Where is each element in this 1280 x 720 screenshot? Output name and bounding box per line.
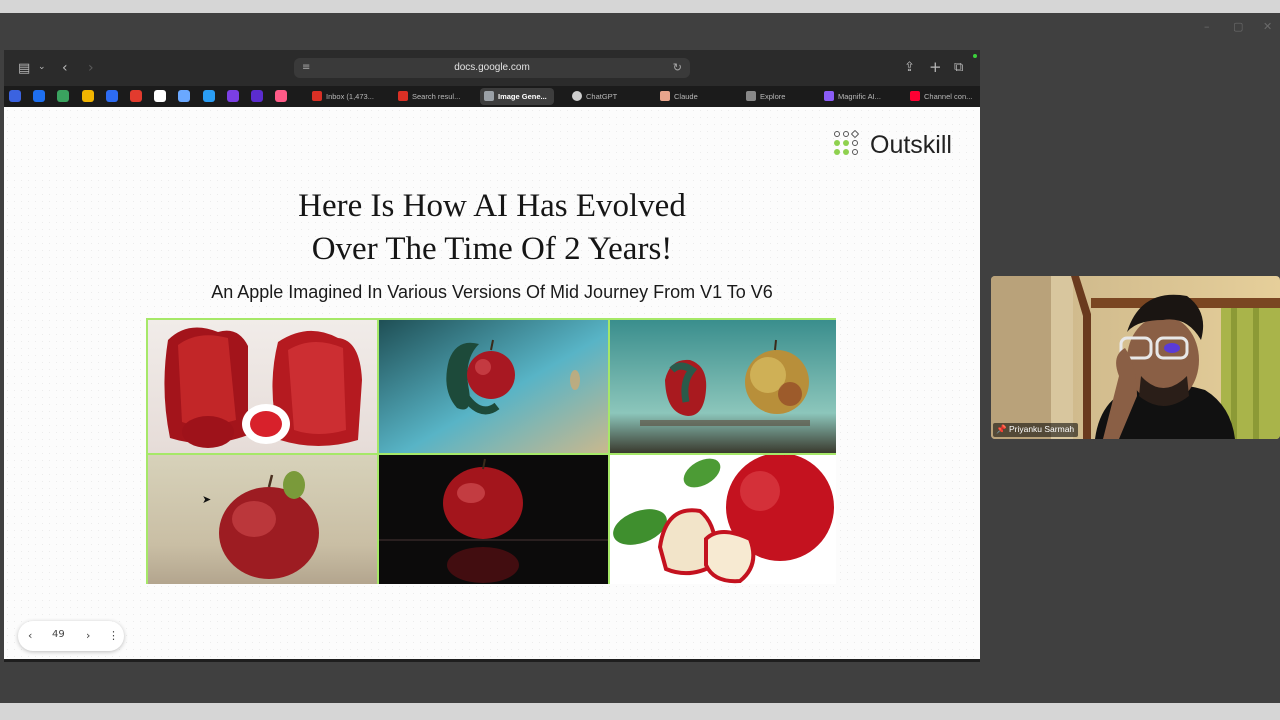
- slide-pager: ‹ 49 › ⋮: [18, 621, 124, 651]
- apple-v4-image: [148, 455, 377, 584]
- pinned-tab-icon[interactable]: [33, 90, 46, 102]
- minimize-window-icon[interactable]: –: [1204, 20, 1210, 33]
- pinned-tab-icon[interactable]: [226, 90, 239, 102]
- apple-v1-image: [148, 320, 377, 453]
- tab-label: Image Gene...: [498, 92, 547, 101]
- tab-label: Explore: [760, 92, 786, 101]
- tab-chatgpt[interactable]: ChatGPT: [568, 88, 638, 105]
- participant-video[interactable]: 📌 Priyanku Sarmah: [991, 276, 1280, 439]
- apple-v2-image: [379, 320, 608, 453]
- browser-toolbar: ▤ ⌄ ‹ › ≡ docs.google.com ↻ ⇪ + ⧉: [4, 50, 980, 86]
- slide-title-line-2: Over The Time Of 2 Years!: [311, 231, 673, 267]
- pinned-tab-icon[interactable]: [275, 90, 288, 102]
- gmail-icon: [398, 91, 408, 101]
- chevron-down-icon[interactable]: ⌄: [38, 63, 46, 72]
- claude-icon: [660, 91, 670, 101]
- pinned-tab-icon[interactable]: [251, 90, 263, 102]
- participant-video-frame: [991, 276, 1280, 439]
- tab-channel-content[interactable]: Channel con...: [906, 88, 980, 105]
- tab-image-generation[interactable]: Image Gene...: [480, 88, 554, 105]
- mouse-cursor-icon: ➤: [202, 493, 212, 506]
- youtube-icon: [910, 91, 920, 101]
- document-icon: [484, 91, 494, 101]
- chatgpt-icon: [572, 91, 582, 101]
- tab-bar: Inbox (1,473... Search resul... Image Ge…: [4, 86, 980, 107]
- back-icon[interactable]: ‹: [62, 61, 68, 75]
- pinned-tab-icon[interactable]: [81, 90, 94, 102]
- address-bar[interactable]: ≡ docs.google.com ↻: [294, 58, 690, 78]
- slide-page-number: 49: [52, 629, 65, 640]
- pinned-tab-icon[interactable]: [57, 90, 70, 102]
- tab-label: Channel con...: [924, 92, 973, 101]
- pinned-tab-icon[interactable]: [154, 90, 167, 102]
- tab-claude[interactable]: Claude: [656, 88, 726, 105]
- forward-icon[interactable]: ›: [88, 61, 94, 75]
- screen-bottom-strip: [0, 703, 1280, 720]
- restore-window-icon[interactable]: ▢: [1233, 20, 1243, 33]
- tab-label: Search resul...: [412, 92, 461, 101]
- tab-explore[interactable]: Explore: [742, 88, 812, 105]
- pinned-tab-icon[interactable]: [130, 90, 142, 102]
- logo-text: Outskill: [870, 131, 952, 159]
- pinned-tab-icon[interactable]: [9, 90, 21, 102]
- apple-v3-image: [610, 320, 836, 453]
- participant-name-label: 📌 Priyanku Sarmah: [993, 423, 1079, 437]
- pinned-tab-icon[interactable]: [178, 90, 191, 102]
- tab-overview-icon[interactable]: ⧉: [954, 61, 963, 74]
- new-tab-icon[interactable]: +: [929, 60, 942, 75]
- screen-top-strip: [0, 0, 1280, 13]
- slide-subtitle: An Apple Imagined In Various Versions Of…: [211, 282, 773, 302]
- presentation-slide: Outskill Here Is How AI Has Evolved Over…: [4, 107, 980, 659]
- previous-slide-icon[interactable]: ‹: [28, 629, 32, 642]
- tab-label: Claude: [674, 92, 698, 101]
- share-icon[interactable]: ⇪: [904, 61, 915, 74]
- reload-icon[interactable]: ↻: [673, 61, 682, 74]
- tab-label: ChatGPT: [586, 92, 618, 101]
- tab-magnific-ai[interactable]: Magnific AI...: [820, 88, 896, 105]
- apple-image-grid: [146, 318, 836, 584]
- pinned-tab-icon[interactable]: [105, 90, 118, 102]
- apple-v6-image: [610, 455, 836, 584]
- tab-search-results[interactable]: Search resul...: [394, 88, 472, 105]
- tab-inbox[interactable]: Inbox (1,473...: [308, 88, 384, 105]
- explore-icon: [746, 91, 756, 101]
- apple-v5-image: [379, 455, 608, 584]
- gmail-icon: [312, 91, 322, 101]
- participant-name: Priyanku Sarmah: [1008, 424, 1075, 434]
- logo-dots-icon: [834, 129, 862, 159]
- close-window-icon[interactable]: ✕: [1263, 20, 1272, 33]
- url-text: docs.google.com: [454, 62, 530, 73]
- tab-label: Inbox (1,473...: [326, 92, 374, 101]
- slide-title-line-1: Here Is How AI Has Evolved: [298, 188, 686, 224]
- browser-window: ▤ ⌄ ‹ › ≡ docs.google.com ↻ ⇪ + ⧉ Inbox …: [4, 50, 980, 662]
- sidebar-toggle-icon[interactable]: ▤: [18, 62, 30, 75]
- tab-label: Magnific AI...: [838, 92, 881, 101]
- status-dot: [973, 54, 977, 58]
- more-options-icon[interactable]: ⋮: [108, 629, 119, 642]
- next-slide-icon[interactable]: ›: [86, 629, 90, 642]
- magnific-icon: [824, 91, 834, 101]
- pinned-tab-icon[interactable]: [202, 90, 215, 102]
